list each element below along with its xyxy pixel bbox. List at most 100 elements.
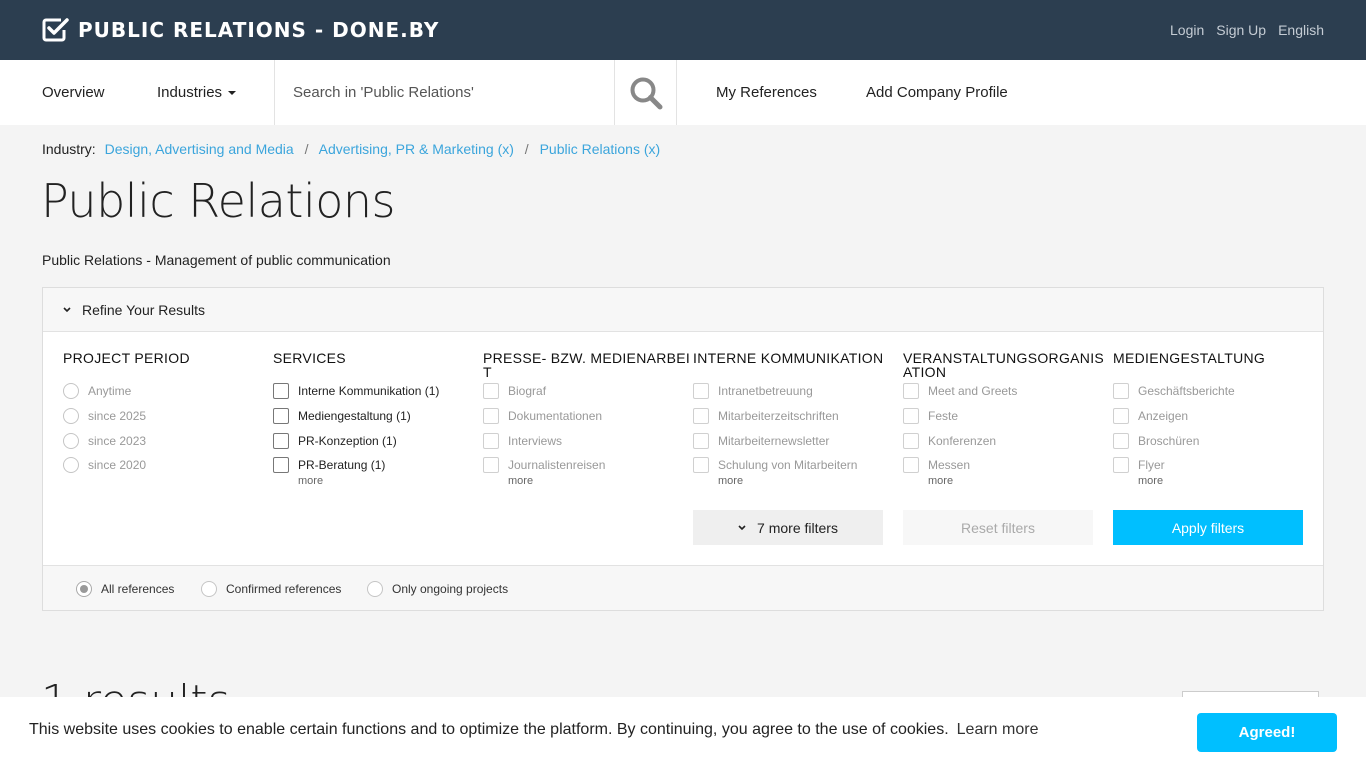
option-label: since 2023 xyxy=(88,433,147,448)
option-label: Schulung von Mitarbeitern xyxy=(718,458,858,473)
option-label: Mediengestaltung (1) xyxy=(298,409,411,424)
radio-button[interactable] xyxy=(63,408,79,425)
period-option-anytime[interactable]: Anytime xyxy=(63,379,273,404)
reference-option-all[interactable]: All references xyxy=(76,581,174,597)
presse-option[interactable]: Biograf xyxy=(483,379,693,404)
period-option-2023[interactable]: since 2023 xyxy=(63,428,273,453)
presse-more-link[interactable]: more xyxy=(508,475,693,487)
checkbox[interactable] xyxy=(483,408,499,425)
presse-option[interactable]: Dokumentationen xyxy=(483,404,693,429)
main-nav: Overview Industries My References Add Co… xyxy=(0,60,1366,125)
checkbox-logo-icon xyxy=(42,18,69,42)
checkbox[interactable] xyxy=(483,457,499,474)
veranstaltung-option[interactable]: Feste xyxy=(903,404,1113,429)
checkbox[interactable] xyxy=(693,432,709,449)
radio-button[interactable] xyxy=(63,432,79,449)
option-label: All references xyxy=(101,582,175,596)
mediengestaltung-more-link[interactable]: more xyxy=(1138,475,1323,487)
checkbox[interactable] xyxy=(693,408,709,425)
reference-option-ongoing[interactable]: Only ongoing projects xyxy=(367,581,508,597)
filter-column-title: Presse- bzw. Medienarbeit xyxy=(483,350,691,380)
reset-filters-button[interactable]: Reset filters xyxy=(903,510,1093,545)
presse-option[interactable]: Interviews xyxy=(483,428,693,453)
veranstaltung-option[interactable]: Meet and Greets xyxy=(903,379,1113,404)
checkbox[interactable] xyxy=(693,457,709,474)
top-header: PUBLIC RELATIONS - DONE.BY Login Sign Up… xyxy=(0,0,1366,60)
checkbox[interactable] xyxy=(273,408,289,425)
option-label: Broschüren xyxy=(1138,433,1200,448)
veranstaltung-option[interactable]: Konferenzen xyxy=(903,428,1113,453)
radio-button[interactable] xyxy=(201,581,217,597)
search-box xyxy=(274,60,677,125)
apply-filters-button[interactable]: Apply filters xyxy=(1113,510,1303,545)
radio-button[interactable] xyxy=(367,581,383,597)
option-label: Messen xyxy=(928,458,971,473)
breadcrumb-item-design[interactable]: Design, Advertising and Media xyxy=(105,141,294,157)
login-link[interactable]: Login xyxy=(1170,22,1204,38)
nav-industries[interactable]: Industries xyxy=(157,84,237,101)
cookie-learn-more-link[interactable]: Learn more xyxy=(957,721,1039,738)
search-input[interactable] xyxy=(275,60,614,125)
mediengestaltung-option[interactable]: Anzeigen xyxy=(1113,404,1323,429)
filter-column-title: Mediengestaltung xyxy=(1113,350,1266,366)
radio-button[interactable] xyxy=(63,457,79,474)
checkbox[interactable] xyxy=(273,457,289,474)
nav-overview[interactable]: Overview xyxy=(42,84,105,101)
interne-option[interactable]: Intranetbetreuung xyxy=(693,379,903,404)
signup-link[interactable]: Sign Up xyxy=(1216,22,1266,38)
period-option-2020[interactable]: since 2020 xyxy=(63,453,273,478)
breadcrumb-separator: / xyxy=(304,141,309,157)
option-label: since 2025 xyxy=(88,409,147,424)
period-option-2025[interactable]: since 2025 xyxy=(63,404,273,429)
interne-option[interactable]: Mitarbeiternewsletter xyxy=(693,428,903,453)
refine-results-label: Refine Your Results xyxy=(82,302,205,318)
mediengestaltung-option[interactable]: Broschüren xyxy=(1113,428,1323,453)
checkbox[interactable] xyxy=(693,383,709,400)
veranstaltung-more-link[interactable]: more xyxy=(928,475,1113,487)
checkbox[interactable] xyxy=(903,432,919,449)
more-filters-button[interactable]: 7 more filters xyxy=(693,510,883,545)
brand-title: PUBLIC RELATIONS - DONE.BY xyxy=(78,17,440,42)
checkbox[interactable] xyxy=(273,432,289,449)
checkbox[interactable] xyxy=(483,383,499,400)
option-label: Anzeigen xyxy=(1138,409,1189,424)
language-selector[interactable]: English xyxy=(1278,22,1324,38)
checkbox[interactable] xyxy=(273,383,289,400)
filter-column-interne-kommunikation: Interne Kommunikation Intranetbetreuung … xyxy=(693,351,903,487)
interne-option[interactable]: Mitarbeiterzeitschriften xyxy=(693,404,903,429)
reference-option-confirmed[interactable]: Confirmed references xyxy=(201,581,341,597)
chevron-down-icon xyxy=(738,524,746,530)
checkbox[interactable] xyxy=(903,383,919,400)
services-option[interactable]: Mediengestaltung (1) xyxy=(273,404,483,429)
services-option[interactable]: PR-Konzeption (1) xyxy=(273,428,483,453)
option-label: Dokumentationen xyxy=(508,409,603,424)
radio-button-selected[interactable] xyxy=(76,581,92,597)
search-button[interactable] xyxy=(614,60,677,125)
checkbox[interactable] xyxy=(1113,457,1129,474)
option-label: Confirmed references xyxy=(226,582,342,596)
refine-results-toggle[interactable]: Refine Your Results xyxy=(63,302,205,318)
breadcrumb-item-advertising[interactable]: Advertising, PR & Marketing (x) xyxy=(319,141,514,157)
cookie-agree-button[interactable]: Agreed! xyxy=(1197,713,1337,752)
breadcrumb-item-public-relations[interactable]: Public Relations (x) xyxy=(540,141,661,157)
checkbox[interactable] xyxy=(483,432,499,449)
checkbox[interactable] xyxy=(1113,383,1129,400)
checkbox[interactable] xyxy=(903,408,919,425)
option-label: Interne Kommunikation (1) xyxy=(298,384,440,399)
services-more-link[interactable]: more xyxy=(298,475,483,487)
option-label: PR-Beratung (1) xyxy=(298,458,386,473)
checkbox[interactable] xyxy=(903,457,919,474)
option-label: Geschäftsberichte xyxy=(1138,384,1235,399)
checkbox[interactable] xyxy=(1113,408,1129,425)
search-icon xyxy=(630,77,663,109)
radio-button[interactable] xyxy=(63,383,79,400)
filter-column-project-period: Project Period Anytime since 2025 since … xyxy=(63,351,273,478)
interne-more-link[interactable]: more xyxy=(718,475,903,487)
nav-add-company-profile[interactable]: Add Company Profile xyxy=(866,84,1008,101)
nav-my-references[interactable]: My References xyxy=(716,84,817,101)
services-option[interactable]: Interne Kommunikation (1) xyxy=(273,379,483,404)
brand-logo[interactable]: PUBLIC RELATIONS - DONE.BY xyxy=(42,17,439,42)
checkbox[interactable] xyxy=(1113,432,1129,449)
mediengestaltung-option[interactable]: Geschäftsberichte xyxy=(1113,379,1323,404)
filter-column-services: Services Interne Kommunikation (1) Medie… xyxy=(273,351,483,487)
